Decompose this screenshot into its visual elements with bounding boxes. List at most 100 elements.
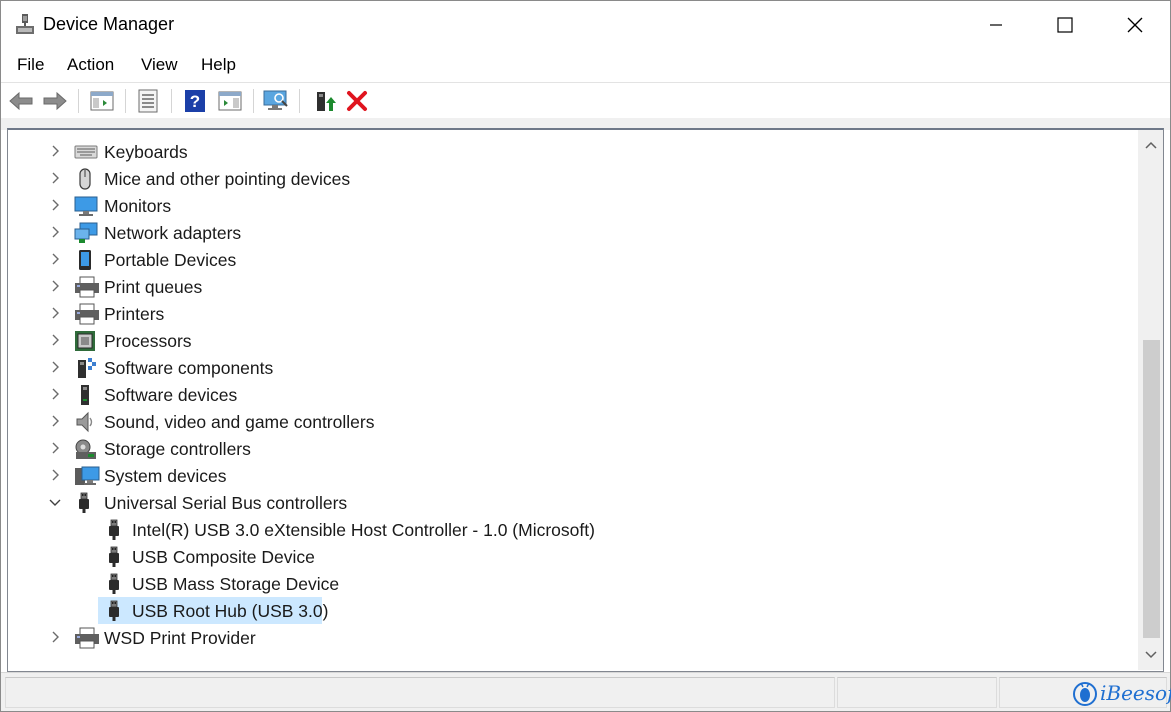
tree-item-label: USB Mass Storage Device — [132, 574, 340, 594]
tree-category-item[interactable]: Universal Serial Bus controllers — [8, 489, 1136, 516]
toolbar-separator — [125, 89, 126, 113]
printer-icon — [74, 627, 99, 649]
scroll-up-button[interactable] — [1138, 134, 1163, 156]
tree-child-item[interactable]: Intel(R) USB 3.0 eXtensible Host Control… — [8, 516, 1136, 543]
expand-chevron-icon[interactable] — [48, 225, 62, 239]
svg-text:?: ? — [190, 92, 200, 111]
device-tree[interactable]: Keyboards Mice and other pointing devices… — [8, 130, 1138, 670]
keyboard-icon — [74, 141, 98, 163]
collapse-chevron-icon[interactable] — [48, 495, 62, 509]
tree-category-item[interactable]: Monitors — [8, 192, 1136, 219]
back-icon[interactable] — [7, 88, 35, 114]
expand-chevron-icon[interactable] — [48, 441, 62, 455]
tree-category-item[interactable]: System devices — [8, 462, 1136, 489]
close-button[interactable] — [1100, 1, 1170, 49]
network-adapter-icon — [74, 222, 98, 244]
usb-icon — [74, 492, 96, 514]
show-hide-console-tree-icon[interactable] — [88, 88, 116, 114]
ibeesoft-logo-icon — [1073, 682, 1097, 706]
expand-chevron-icon[interactable] — [48, 630, 62, 644]
menu-help[interactable]: Help — [201, 55, 236, 75]
status-bar: iBeesoft — [1, 672, 1171, 711]
tree-item-label: System devices — [104, 466, 227, 486]
tree-child-item[interactable]: USB Mass Storage Device — [8, 570, 1136, 597]
status-pane-secondary — [837, 677, 997, 708]
menu-bar: File Action View Help — [1, 51, 1170, 81]
storage-controller-icon — [74, 438, 96, 460]
tree-item-label: Portable Devices — [104, 250, 237, 270]
menu-view[interactable]: View — [141, 55, 178, 75]
device-manager-icon — [15, 13, 35, 35]
tree-category-item[interactable]: Storage controllers — [8, 435, 1136, 462]
expand-chevron-icon[interactable] — [48, 279, 62, 293]
tree-category-item[interactable]: Keyboards — [8, 138, 1136, 165]
expand-chevron-icon[interactable] — [48, 387, 62, 401]
scroll-down-button[interactable] — [1138, 644, 1163, 666]
usb-icon — [104, 573, 126, 595]
tree-item-label: Intel(R) USB 3.0 eXtensible Host Control… — [132, 520, 595, 540]
tree-category-item[interactable]: Software devices — [8, 381, 1136, 408]
expand-chevron-icon[interactable] — [48, 198, 62, 212]
tree-item-label: Universal Serial Bus controllers — [104, 493, 348, 513]
tree-child-item[interactable]: USB Composite Device — [8, 543, 1136, 570]
tree-item-label: Printers — [104, 304, 165, 324]
expand-chevron-icon[interactable] — [48, 360, 62, 374]
title-bar[interactable]: Device Manager — [1, 1, 1170, 49]
device-tree-panel: Keyboards Mice and other pointing devices… — [7, 128, 1164, 672]
update-driver-icon[interactable] — [310, 88, 338, 114]
system-device-icon — [74, 465, 100, 487]
menu-action[interactable]: Action — [67, 55, 114, 75]
menu-file[interactable]: File — [17, 55, 44, 75]
tree-category-item[interactable]: Print queues — [8, 273, 1136, 300]
window-title: Device Manager — [43, 14, 175, 34]
tree-category-item[interactable]: Mice and other pointing devices — [8, 165, 1136, 192]
portable-device-icon — [74, 249, 96, 271]
tree-category-item[interactable]: Portable Devices — [8, 246, 1136, 273]
tree-category-item[interactable]: Software components — [8, 354, 1136, 381]
software-device-icon — [74, 384, 96, 406]
toolbar-separator — [299, 89, 300, 113]
forward-icon[interactable] — [41, 88, 69, 114]
maximize-button[interactable] — [1030, 1, 1100, 49]
tree-item-label: WSD Print Provider — [104, 628, 256, 648]
action-pane-icon[interactable] — [216, 88, 244, 114]
expand-chevron-icon[interactable] — [48, 333, 62, 347]
printer-icon — [74, 276, 99, 298]
tree-category-item[interactable]: Printers — [8, 300, 1136, 327]
properties-icon[interactable] — [134, 88, 162, 114]
tree-item-label: Monitors — [104, 196, 172, 216]
toolbar: ? — [1, 82, 1170, 118]
tree-category-item[interactable]: Network adapters — [8, 219, 1136, 246]
tree-item-label: Print queues — [104, 277, 203, 297]
usb-icon — [104, 519, 126, 541]
tree-category-item[interactable]: WSD Print Provider — [8, 624, 1136, 651]
tree-category-item[interactable]: Sound, video and game controllers — [8, 408, 1136, 435]
tree-category-item[interactable]: Processors — [8, 327, 1136, 354]
usb-icon — [104, 546, 126, 568]
tree-child-item[interactable]: USB Root Hub (USB 3.0) — [8, 597, 1136, 624]
processor-icon — [74, 330, 96, 352]
scrollbar-thumb[interactable] — [1143, 340, 1160, 638]
help-icon[interactable]: ? — [181, 88, 209, 114]
expand-chevron-icon[interactable] — [48, 252, 62, 266]
toolbar-separator — [171, 89, 172, 113]
software-component-icon — [74, 357, 96, 379]
tree-item-label: USB Composite Device — [132, 547, 315, 567]
uninstall-device-icon[interactable] — [343, 88, 371, 114]
speaker-icon — [74, 411, 96, 433]
expand-chevron-icon[interactable] — [48, 468, 62, 482]
status-pane-main — [5, 677, 835, 708]
toolbar-separator — [253, 89, 254, 113]
ibeesoft-watermark: iBeesoft — [1073, 678, 1171, 708]
vertical-scrollbar[interactable] — [1138, 130, 1163, 670]
expand-chevron-icon[interactable] — [48, 414, 62, 428]
expand-chevron-icon[interactable] — [48, 144, 62, 158]
tree-item-label: Software devices — [104, 385, 238, 405]
device-manager-window: Device Manager File Action View Help ? K… — [0, 0, 1171, 712]
expand-chevron-icon[interactable] — [48, 171, 62, 185]
minimize-button[interactable] — [961, 1, 1031, 49]
tree-item-label: Sound, video and game controllers — [104, 412, 375, 432]
scan-hardware-icon[interactable] — [262, 88, 290, 114]
expand-chevron-icon[interactable] — [48, 306, 62, 320]
watermark-text: iBeesoft — [1100, 681, 1171, 705]
